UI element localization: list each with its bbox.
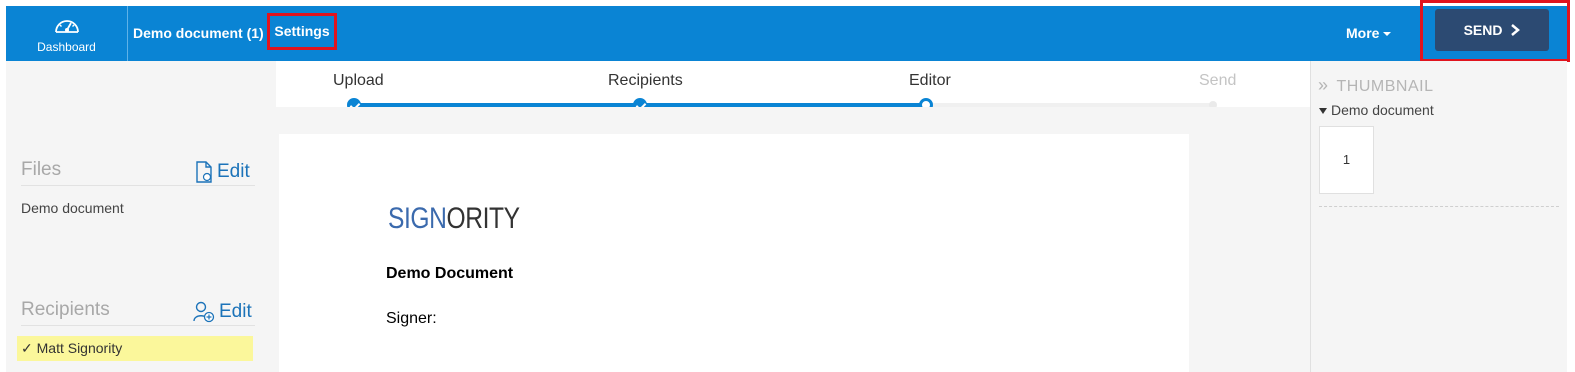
send-button[interactable]: SEND bbox=[1435, 9, 1549, 51]
send-highlight-frame: SEND bbox=[1420, 0, 1570, 62]
send-label: SEND bbox=[1463, 22, 1503, 38]
document-heading: Demo Document bbox=[386, 265, 514, 282]
files-section-title: Files bbox=[21, 159, 62, 180]
logo-part-sign: SIGN bbox=[388, 202, 447, 235]
caret-down-icon bbox=[1319, 108, 1327, 115]
file-list-item[interactable]: Demo document bbox=[21, 200, 124, 216]
thumbnail-document-name: Demo document bbox=[1331, 102, 1434, 118]
recipients-edit-label: Edit bbox=[219, 301, 252, 323]
files-edit-link[interactable]: Edit bbox=[195, 161, 250, 183]
dashboard-gauge-icon bbox=[55, 20, 79, 33]
signer-label: Signer: bbox=[386, 310, 437, 327]
file-edit-icon bbox=[196, 161, 212, 183]
document-title: Demo document (1) bbox=[133, 25, 264, 41]
step-label-upload: Upload bbox=[333, 72, 384, 89]
step-label-recipients: Recipients bbox=[608, 72, 683, 89]
signority-logo: SIGNORITY bbox=[388, 202, 520, 236]
caret-down-icon bbox=[1383, 32, 1392, 37]
document-page[interactable] bbox=[279, 134, 1189, 372]
double-chevron-right-icon: » bbox=[1318, 75, 1329, 95]
thumbnail-separator bbox=[1319, 206, 1559, 207]
dashboard-label: Dashboard bbox=[37, 40, 96, 54]
more-label: More bbox=[1346, 25, 1380, 41]
files-divider bbox=[21, 185, 255, 186]
more-menu-button[interactable]: More bbox=[1346, 25, 1392, 41]
thumbnail-header[interactable]: » THUMBNAIL bbox=[1318, 75, 1433, 96]
dashboard-button[interactable]: Dashboard bbox=[6, 6, 128, 61]
files-edit-label: Edit bbox=[217, 161, 250, 183]
thumbnail-document-toggle[interactable]: Demo document bbox=[1319, 102, 1434, 118]
step-label-send: Send bbox=[1199, 72, 1237, 89]
chevron-right-icon bbox=[1511, 24, 1521, 36]
recipients-edit-link[interactable]: Edit bbox=[193, 301, 252, 323]
thumbnail-title: THUMBNAIL bbox=[1336, 78, 1434, 95]
page: Dashboard Demo document (1) Settings Mor… bbox=[0, 0, 1575, 372]
add-user-icon bbox=[193, 301, 215, 323]
thumbnail-page[interactable]: 1 bbox=[1319, 126, 1374, 194]
top-navbar: Dashboard Demo document (1) Settings Mor… bbox=[6, 0, 1570, 62]
logo-part-ority: ORITY bbox=[446, 202, 521, 235]
recipients-divider bbox=[21, 325, 255, 326]
settings-button[interactable]: Settings bbox=[267, 13, 337, 50]
step-label-editor: Editor bbox=[909, 72, 951, 89]
recipient-item[interactable]: ✓ Matt Signority bbox=[17, 336, 253, 361]
recipients-section-title: Recipients bbox=[21, 299, 110, 320]
